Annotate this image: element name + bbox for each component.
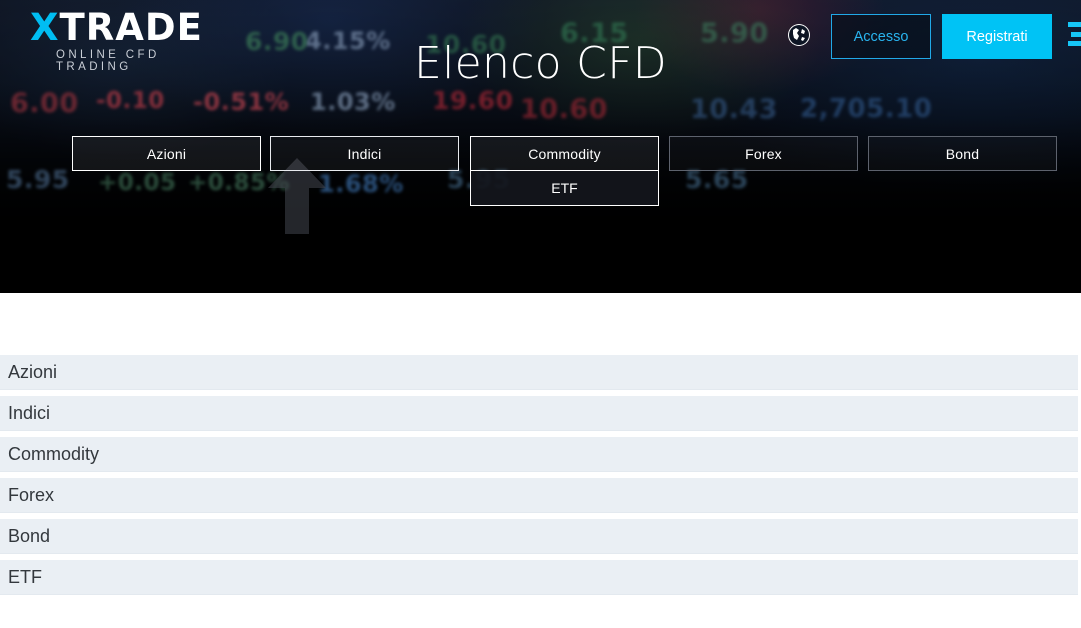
- signup-button-label: Registrati: [966, 28, 1028, 45]
- background-ticker-value: 2,705.10: [800, 94, 933, 124]
- category-button-label: Forex: [745, 145, 782, 162]
- category-button-label: Bond: [945, 145, 980, 162]
- category-button-bond[interactable]: Bond: [868, 136, 1057, 171]
- list-item[interactable]: Azioni: [0, 355, 1078, 390]
- cfd-list: Azioni Indici Commodity Forex Bond ETF: [0, 355, 1078, 601]
- list-item[interactable]: Forex: [0, 478, 1078, 513]
- list-item-label: Azioni: [8, 361, 58, 382]
- list-item[interactable]: Bond: [0, 519, 1078, 554]
- hamburger-menu-icon[interactable]: [1068, 22, 1081, 46]
- category-button-commodity[interactable]: Commodity: [470, 136, 659, 171]
- list-item-label: Bond: [8, 525, 51, 546]
- background-ticker-value: 10.60: [520, 94, 608, 125]
- globe-icon[interactable]: [785, 21, 813, 49]
- background-ticker-value: 19.60: [432, 86, 514, 115]
- signup-button[interactable]: Registrati: [942, 14, 1052, 59]
- category-button-label: Azioni: [146, 145, 187, 162]
- category-submenu-item-etf[interactable]: ETF: [470, 171, 659, 206]
- category-button-indici[interactable]: Indici: [270, 136, 459, 171]
- background-ticker-value: -0.10: [96, 88, 165, 114]
- list-item-label: Indici: [8, 402, 51, 423]
- category-submenu-label: ETF: [551, 180, 578, 196]
- category-button-label: Commodity: [528, 145, 601, 162]
- login-button-label: Accesso: [853, 28, 909, 45]
- list-item-label: ETF: [8, 566, 42, 587]
- hamburger-bar-2: [1071, 31, 1081, 37]
- list-item[interactable]: ETF: [0, 560, 1078, 595]
- background-ticker-value: 10.43: [690, 94, 778, 125]
- category-button-label: Indici: [347, 145, 382, 162]
- list-item[interactable]: Indici: [0, 396, 1078, 431]
- background-ticker-value: 1.03%: [310, 88, 396, 116]
- hero-banner: 6.00 -0.10 -0.51% 1.03% 19.60 10.60 4.15% 6.90 6…: [0, 0, 1081, 293]
- background-ticker-value: -0.51%: [193, 88, 290, 116]
- hamburger-bar-3: [1068, 41, 1081, 46]
- list-item[interactable]: Commodity: [0, 437, 1078, 472]
- category-nav: Azioni Indici Commodity Forex Bond ETF: [0, 136, 1081, 216]
- hamburger-bar-1: [1068, 22, 1081, 27]
- list-item-label: Commodity: [8, 443, 100, 464]
- category-button-azioni[interactable]: Azioni: [72, 136, 261, 171]
- background-ticker-value: 6.00: [10, 88, 79, 119]
- category-button-forex[interactable]: Forex: [669, 136, 858, 171]
- login-button[interactable]: Accesso: [831, 14, 931, 59]
- list-item-label: Forex: [8, 484, 55, 505]
